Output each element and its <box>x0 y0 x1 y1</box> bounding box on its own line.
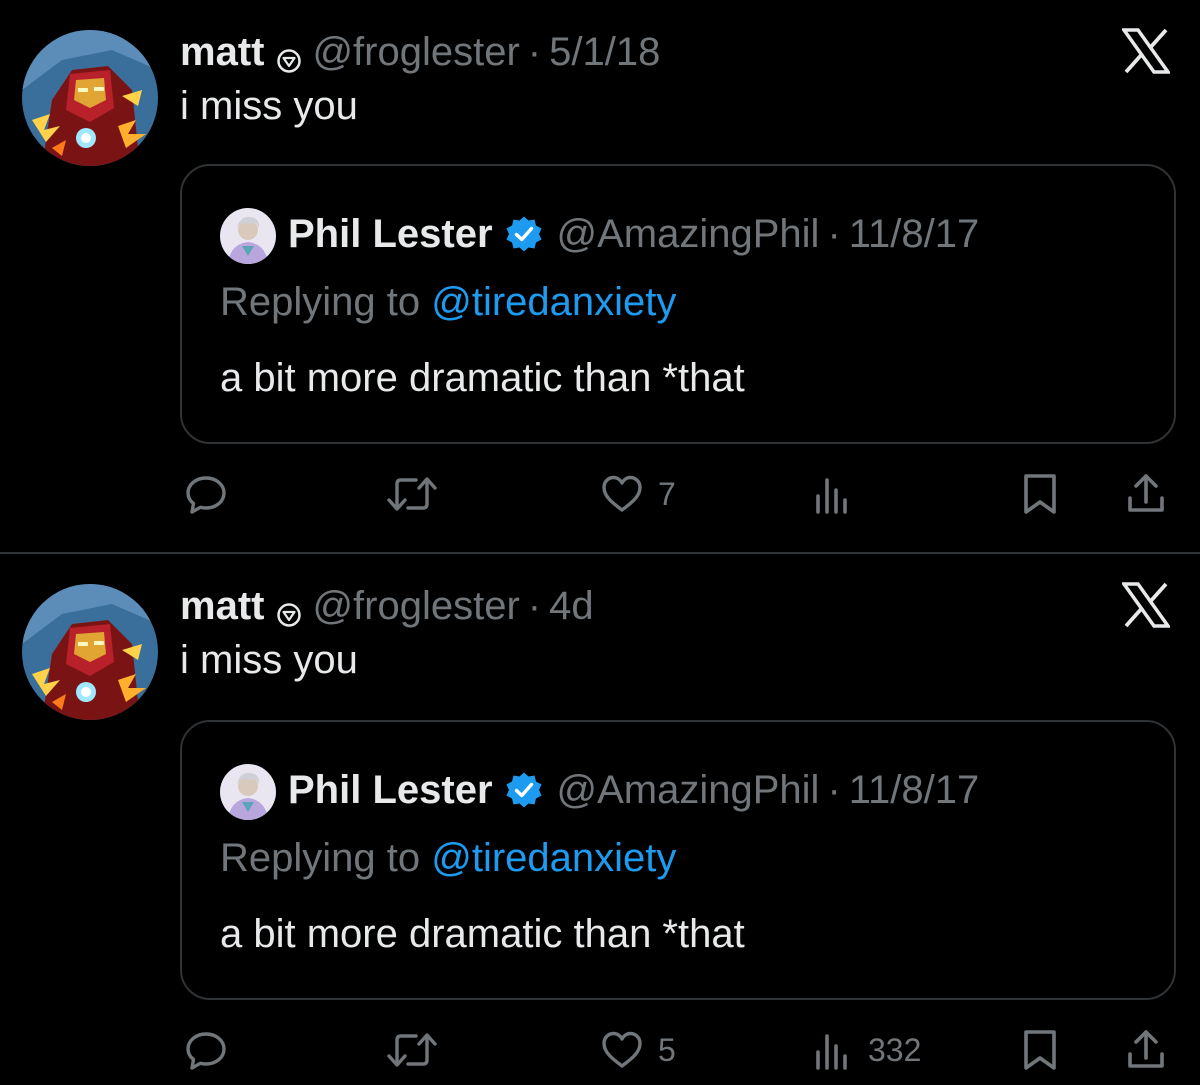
quote-date[interactable]: 11/8/17 <box>849 768 980 813</box>
quoted-tweet[interactable]: Phil Lester @AmazingPhil · 11/8/17 Reply… <box>180 720 1176 1000</box>
subscriber-badge-icon <box>276 593 302 627</box>
retweet-button[interactable] <box>386 466 452 522</box>
comic-hero-avatar-icon <box>22 584 158 720</box>
tweet-text: i miss you <box>180 84 358 128</box>
share-button[interactable] <box>1124 466 1168 522</box>
like-button[interactable]: 7 <box>600 466 676 522</box>
tweet-header: matt @froglester · 5/1/18 <box>180 24 660 80</box>
verified-badge-icon <box>505 215 543 253</box>
x-logo-icon[interactable] <box>1120 582 1172 628</box>
avatar[interactable] <box>22 30 158 166</box>
like-count: 5 <box>658 1031 676 1068</box>
avatar[interactable] <box>220 764 276 820</box>
quote-author-handle[interactable]: @AmazingPhil <box>557 212 820 257</box>
share-upload-icon <box>1128 474 1164 512</box>
comic-hero-avatar-icon <box>22 30 158 166</box>
tweet[interactable]: matt @froglester · 5/1/18 i miss you Phi… <box>0 0 1200 552</box>
author-name[interactable]: matt <box>180 30 264 75</box>
replying-to-line: Replying to @tiredanxiety <box>220 280 676 325</box>
bookmark-button[interactable] <box>1020 1022 1060 1078</box>
x-logo-icon[interactable] <box>1120 28 1172 74</box>
quote-text: a bit more dramatic than *that <box>220 912 745 956</box>
dot-separator: · <box>827 211 841 256</box>
bookmark-icon <box>1024 474 1056 514</box>
avatar[interactable] <box>22 584 158 720</box>
tweet[interactable]: matt @froglester · 4d i miss you Phil Le… <box>0 554 1200 1085</box>
person-avatar-icon <box>220 764 276 820</box>
quote-author-name[interactable]: Phil Lester <box>288 768 493 813</box>
dot-separator: · <box>527 583 542 628</box>
retweet-icon <box>387 477 437 511</box>
reply-mention-link[interactable]: @tiredanxiety <box>431 280 676 324</box>
person-avatar-icon <box>220 208 276 264</box>
author-name[interactable]: matt <box>180 584 264 629</box>
subscriber-badge-icon <box>276 39 302 73</box>
replying-to-line: Replying to @tiredanxiety <box>220 836 676 881</box>
share-button[interactable] <box>1124 1022 1168 1078</box>
reply-icon <box>186 1032 226 1070</box>
views-chart-icon <box>816 1034 847 1070</box>
retweet-button[interactable] <box>386 1022 452 1078</box>
share-upload-icon <box>1128 1030 1164 1068</box>
author-handle[interactable]: @froglester <box>312 584 519 629</box>
views-button[interactable] <box>810 466 868 522</box>
quote-text: a bit more dramatic than *that <box>220 356 745 400</box>
tweet-date[interactable]: 5/1/18 <box>549 30 660 75</box>
verified-badge-icon <box>505 771 543 809</box>
avatar[interactable] <box>220 208 276 264</box>
author-handle[interactable]: @froglester <box>312 30 519 75</box>
replying-to-label: Replying to <box>220 836 421 880</box>
quote-header: Phil Lester @AmazingPhil · 11/8/17 <box>288 206 979 262</box>
reply-button[interactable] <box>184 466 242 522</box>
like-count: 7 <box>658 475 676 512</box>
bookmark-button[interactable] <box>1020 466 1060 522</box>
replying-to-label: Replying to <box>220 280 421 324</box>
reply-button[interactable] <box>184 1022 242 1078</box>
reply-mention-link[interactable]: @tiredanxiety <box>431 836 676 880</box>
tweet-date[interactable]: 4d <box>549 584 594 629</box>
tweet-text: i miss you <box>180 638 358 682</box>
quote-author-name[interactable]: Phil Lester <box>288 212 493 257</box>
heart-icon <box>602 475 642 512</box>
views-button[interactable]: 332 <box>810 1022 921 1078</box>
quote-author-handle[interactable]: @AmazingPhil <box>557 768 820 813</box>
quoted-tweet[interactable]: Phil Lester @AmazingPhil · 11/8/17 Reply… <box>180 164 1176 444</box>
views-count: 332 <box>868 1031 922 1068</box>
views-chart-icon <box>816 478 847 514</box>
dot-separator: · <box>527 29 542 74</box>
action-bar: 5 332 <box>0 1022 1200 1078</box>
dot-separator: · <box>827 767 841 812</box>
retweet-icon <box>387 1033 437 1067</box>
tweet-header: matt @froglester · 4d <box>180 578 594 634</box>
reply-icon <box>186 476 226 514</box>
action-bar: 7 <box>0 466 1200 522</box>
quote-date[interactable]: 11/8/17 <box>849 212 980 257</box>
bookmark-icon <box>1024 1030 1056 1070</box>
quote-header: Phil Lester @AmazingPhil · 11/8/17 <box>288 762 979 818</box>
heart-icon <box>602 1031 642 1068</box>
like-button[interactable]: 5 <box>600 1022 676 1078</box>
